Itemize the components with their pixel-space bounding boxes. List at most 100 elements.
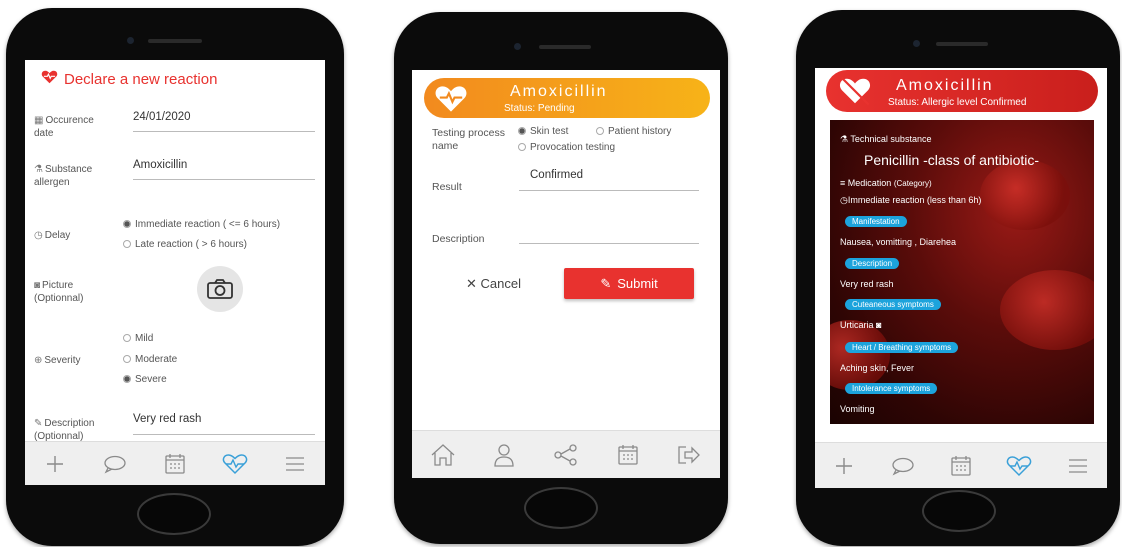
plus-icon[interactable] (40, 449, 70, 479)
menu-icon: ≡ (840, 178, 848, 188)
severity-option-moderate[interactable]: Moderate (123, 354, 177, 365)
camera-small-icon: ◙ (34, 280, 41, 291)
severity-option-severe[interactable]: Severe (123, 374, 167, 385)
occurrence-label: ▦ Occurence date (34, 115, 94, 139)
pencil-icon: ✎ (600, 275, 612, 291)
radio-icon (518, 143, 526, 151)
status-text: Status: Allergic level Confirmed (888, 97, 1027, 108)
calendar-icon[interactable] (613, 440, 643, 470)
intolerance-text: Vomiting (840, 404, 875, 414)
substance-class: Penicillin -class of antibiotic- (864, 152, 1040, 168)
front-camera (913, 40, 920, 47)
menu-icon[interactable] (280, 449, 310, 479)
plus-icon[interactable] (829, 451, 859, 481)
radio-icon (123, 240, 131, 248)
submit-button[interactable]: ✎ Submit (564, 268, 694, 299)
radio-icon (518, 127, 526, 135)
drug-header-pending: Amoxicillin Status: Pending (424, 78, 710, 118)
heart-icon (41, 70, 58, 88)
speaker (936, 42, 988, 46)
description-field[interactable]: Very red rash (133, 413, 201, 425)
speaker (148, 39, 202, 43)
heartbeat-icon[interactable] (220, 449, 250, 479)
drug-header-confirmed: Amoxicillin Status: Allergic level Confi… (826, 70, 1098, 112)
heartbeat-icon[interactable] (1004, 451, 1034, 481)
description-underline[interactable] (519, 243, 699, 244)
picture-label: ◙ Picture (Optionnal) (34, 280, 84, 304)
calendar-icon[interactable] (946, 451, 976, 481)
severity-label: ⊕ Severity (34, 355, 81, 366)
radio-icon (123, 355, 131, 363)
chip-description: Description (845, 258, 900, 269)
front-camera (514, 43, 521, 50)
declare-reaction-screen: Declare a new reaction ▦ Occurence date 2… (25, 60, 325, 485)
substance-label: ⚗ Substance allergen (34, 164, 93, 188)
substance-icon: ⚗ (840, 134, 851, 144)
home-button[interactable] (137, 493, 211, 535)
heartbeat-icon (435, 86, 467, 112)
tab-bar (25, 441, 325, 485)
user-icon[interactable] (489, 440, 519, 470)
chip-intolerance: Intolerance symptoms (845, 383, 938, 394)
substance-field[interactable]: Amoxicillin (133, 159, 187, 171)
chip-heart-breathing: Heart / Breathing symptoms (845, 342, 959, 353)
radio-icon (123, 334, 131, 342)
page-title: Declare a new reaction (41, 70, 217, 88)
cutaneous-text: Urticaria ◙ (840, 320, 882, 330)
allergy-card: ⚗ Technical substance Penicillin -class … (830, 120, 1094, 424)
home-button[interactable] (524, 487, 598, 529)
allergy-detail-screen: Amoxicillin Status: Allergic level Confi… (815, 68, 1107, 488)
radio-icon (596, 127, 604, 135)
description-underline (133, 434, 315, 435)
drug-name: Amoxicillin (896, 77, 994, 94)
share-icon[interactable] (551, 440, 581, 470)
clock-icon: ◷ (34, 230, 43, 241)
process-option-provocation[interactable]: Provocation testing (518, 142, 615, 153)
chat-icon[interactable] (100, 449, 130, 479)
calendar-icon[interactable] (160, 449, 190, 479)
result-field[interactable]: Confirmed (530, 169, 583, 181)
delay-option-immediate[interactable]: Immediate reaction ( <= 6 hours) (123, 219, 280, 230)
cell-decoration (980, 160, 1070, 230)
home-button[interactable] (922, 490, 996, 532)
tab-bar (815, 442, 1107, 488)
description-label: Description (432, 233, 485, 245)
radio-icon (123, 220, 131, 228)
technical-substance-label: ⚗ Technical substance (840, 134, 932, 144)
process-label: Testing process name (432, 127, 505, 152)
camera-icon: ◙ (876, 320, 882, 330)
chat-icon[interactable] (888, 451, 918, 481)
menu-icon[interactable] (1063, 451, 1093, 481)
process-option-history[interactable]: Patient history (596, 126, 671, 137)
cell-decoration (830, 320, 890, 390)
substance-underline (133, 179, 315, 180)
chip-cutaneous: Cuteaneous symptoms (845, 299, 941, 310)
take-picture-button[interactable] (197, 266, 243, 312)
clock-icon: ◷ (840, 195, 848, 205)
testing-screen: Amoxicillin Status: Pending Testing proc… (412, 70, 720, 478)
cell-decoration (1000, 270, 1094, 350)
medication-category: ≡ Medication (Category) (840, 178, 932, 188)
home-icon[interactable] (428, 440, 458, 470)
radio-icon (123, 375, 131, 383)
calendar-icon: ▦ (34, 115, 44, 126)
description-label: ✎ Description (Optionnal) (34, 418, 95, 442)
speaker (539, 45, 591, 49)
heart-crossed-icon (839, 76, 871, 106)
status-text: Status: Pending (504, 103, 575, 114)
occurrence-date-field[interactable]: 24/01/2020 (133, 111, 191, 123)
substance-icon: ⚗ (34, 164, 43, 175)
severity-option-mild[interactable]: Mild (123, 333, 153, 344)
process-option-skin[interactable]: Skin test (518, 126, 568, 137)
logout-icon[interactable] (674, 440, 704, 470)
title-text: Declare a new reaction (64, 71, 218, 88)
edit-icon: ✎ (34, 418, 43, 429)
result-underline (519, 190, 699, 191)
drug-name: Amoxicillin (510, 83, 608, 100)
chip-manifestation: Manifestation (845, 216, 907, 227)
delay-option-late[interactable]: Late reaction ( > 6 hours) (123, 239, 247, 250)
severity-icon: ⊕ (34, 355, 43, 366)
close-icon: ✕ (466, 276, 477, 291)
result-label: Result (432, 181, 462, 193)
cancel-button[interactable]: ✕ Cancel (466, 276, 521, 292)
